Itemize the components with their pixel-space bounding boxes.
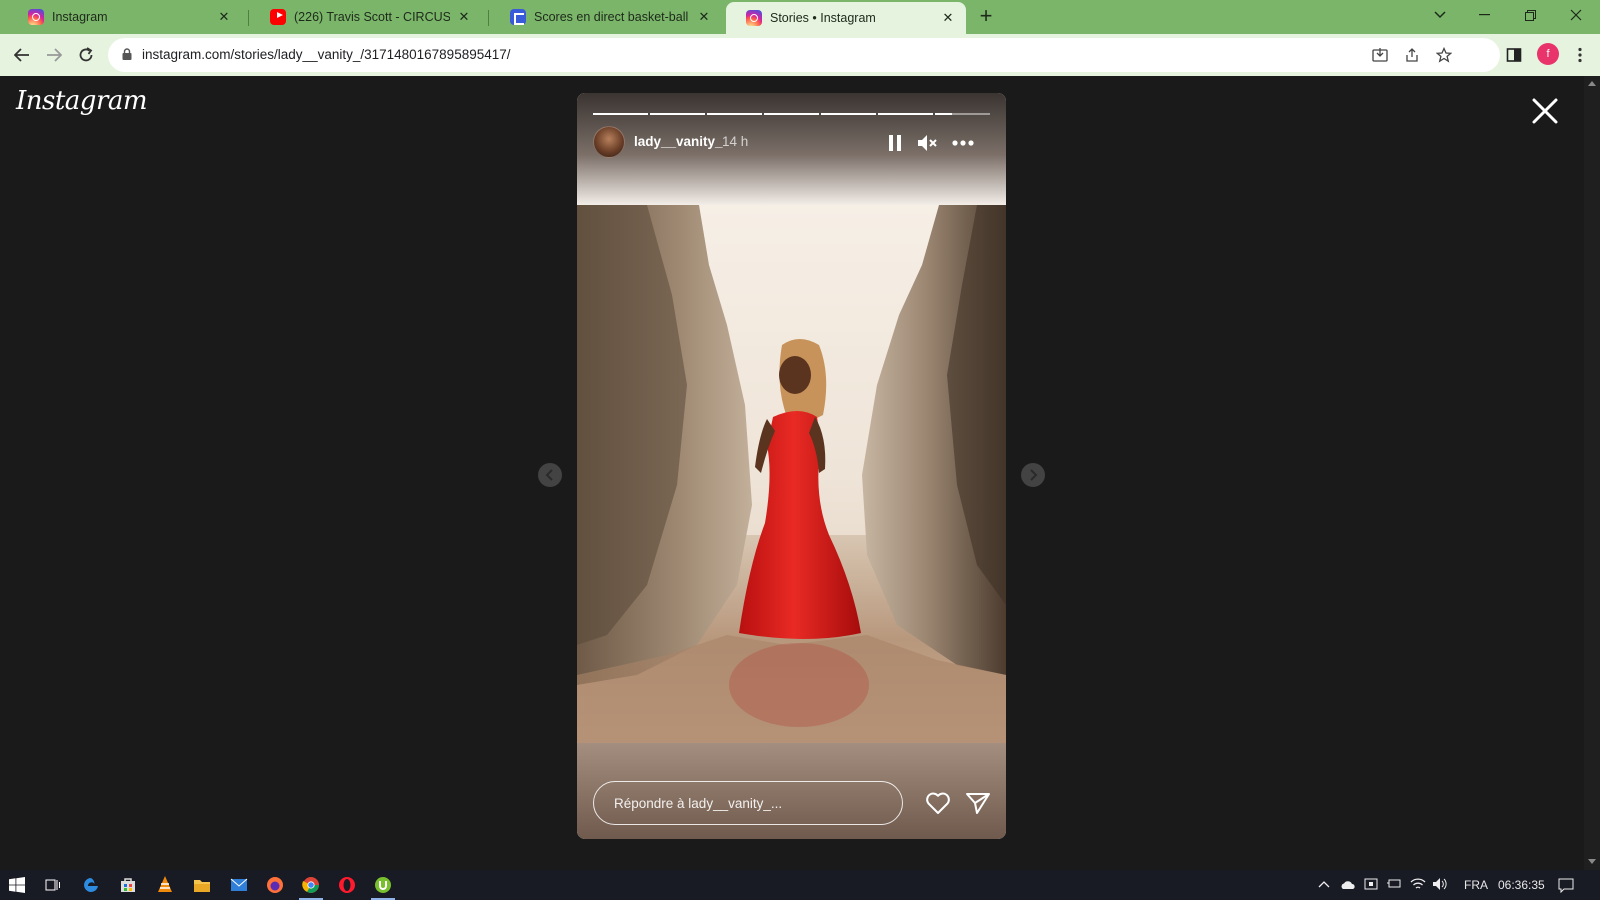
mail-icon[interactable] xyxy=(228,875,250,895)
story-viewer[interactable]: lady__vanity_ 14 h xyxy=(577,93,1006,839)
scroll-down-arrow-icon[interactable] xyxy=(1588,859,1596,864)
forward-button[interactable] xyxy=(42,43,66,67)
tab-label: Stories • Instagram xyxy=(770,11,876,25)
story-progress-segment xyxy=(764,113,819,115)
task-view-icon[interactable] xyxy=(42,875,64,895)
vlc-icon[interactable] xyxy=(154,875,176,895)
file-explorer-icon[interactable] xyxy=(191,875,213,895)
story-photo xyxy=(577,205,1006,743)
heart-icon[interactable] xyxy=(925,791,951,815)
notifications-icon[interactable] xyxy=(1558,877,1574,896)
youtube-icon xyxy=(270,9,286,25)
reply-input[interactable] xyxy=(593,781,903,825)
avatar[interactable] xyxy=(593,126,625,158)
story-progress-fill xyxy=(707,113,762,115)
reload-button[interactable] xyxy=(74,43,98,67)
back-button[interactable] xyxy=(10,43,34,67)
scroll-up-arrow-icon[interactable] xyxy=(1588,81,1596,86)
tab-label: (226) Travis Scott - CIRCUS MAXIMUS xyxy=(294,10,450,24)
new-tab-button[interactable]: + xyxy=(975,5,997,28)
tab-stories-instagram[interactable]: Stories • Instagram ✕ xyxy=(726,2,966,34)
minimize-button[interactable] xyxy=(1462,0,1506,30)
edge-icon[interactable] xyxy=(80,875,102,895)
scores-site-icon xyxy=(510,9,526,25)
system-clock[interactable]: 06:36:35 xyxy=(1498,878,1545,892)
story-progress-segment xyxy=(707,113,762,115)
lock-icon[interactable] xyxy=(122,48,132,60)
story-username[interactable]: lady__vanity_ xyxy=(634,134,723,149)
story-progress-segment xyxy=(935,113,990,115)
story-timestamp: 14 h xyxy=(722,134,749,149)
bookmark-star-icon[interactable] xyxy=(1434,45,1454,65)
firefox-icon[interactable] xyxy=(264,875,286,895)
windows-taskbar: FRA 06:36:35 xyxy=(0,870,1600,900)
close-icon[interactable]: ✕ xyxy=(696,9,712,25)
kebab-menu-icon[interactable] xyxy=(1568,43,1592,67)
close-stories-icon[interactable] xyxy=(1530,96,1560,126)
install-app-icon[interactable] xyxy=(1370,45,1390,65)
story-progress-segment xyxy=(878,113,933,115)
windows-start-icon[interactable] xyxy=(6,875,28,895)
restore-button[interactable] xyxy=(1508,0,1552,30)
page-scrollbar[interactable] xyxy=(1584,76,1600,870)
story-progress-fill xyxy=(650,113,705,115)
next-story-button[interactable] xyxy=(1021,463,1045,487)
utorrent-icon[interactable] xyxy=(372,875,394,895)
browser-toolbar: instagram.com/stories/lady__vanity_/3171… xyxy=(0,34,1600,76)
story-progress-fill xyxy=(821,113,876,115)
wifi-icon[interactable] xyxy=(1410,877,1426,894)
send-icon[interactable] xyxy=(965,791,991,815)
meet-now-icon[interactable] xyxy=(1364,877,1380,894)
story-progress-fill xyxy=(878,113,933,115)
story-progress-segment xyxy=(593,113,648,115)
story-progress-fill xyxy=(593,113,648,115)
address-bar[interactable]: instagram.com/stories/lady__vanity_/3171… xyxy=(108,38,1500,72)
tab-scores[interactable]: Scores en direct basket-ball & ca ✕ xyxy=(490,0,722,34)
more-options-icon[interactable] xyxy=(951,131,975,155)
story-progress-segment xyxy=(650,113,705,115)
pause-icon[interactable] xyxy=(883,131,907,155)
input-language[interactable]: FRA xyxy=(1464,878,1488,892)
tab-separator xyxy=(488,10,489,26)
close-icon[interactable]: ✕ xyxy=(940,10,956,26)
browser-tabstrip: Instagram ✕ (226) Travis Scott - CIRCUS … xyxy=(0,0,1600,34)
story-progress-segment xyxy=(821,113,876,115)
show-hidden-icons-icon[interactable] xyxy=(1318,877,1330,891)
instagram-logo[interactable]: Instagram xyxy=(16,86,148,116)
instagram-stories-page: Instagram lady__vanity_ 14 h xyxy=(0,76,1600,870)
instagram-icon xyxy=(28,9,44,25)
close-icon[interactable]: ✕ xyxy=(216,9,232,25)
tab-youtube[interactable]: (226) Travis Scott - CIRCUS MAXIMUS ✕ xyxy=(250,0,482,34)
profile-avatar[interactable]: f xyxy=(1537,43,1559,65)
mute-icon[interactable] xyxy=(915,131,939,155)
share-icon[interactable] xyxy=(1402,45,1422,65)
tab-search-icon[interactable] xyxy=(1418,0,1462,30)
tab-label: Scores en direct basket-ball & ca xyxy=(534,10,690,24)
tab-label: Instagram xyxy=(52,10,108,24)
window-close-button[interactable] xyxy=(1554,0,1598,30)
side-panel-icon[interactable] xyxy=(1502,43,1526,67)
onedrive-icon[interactable] xyxy=(1340,879,1356,893)
volume-icon[interactable] xyxy=(1432,877,1448,894)
opera-icon[interactable] xyxy=(336,875,358,895)
chrome-icon[interactable] xyxy=(300,875,322,895)
store-icon[interactable] xyxy=(117,875,139,895)
close-icon[interactable]: ✕ xyxy=(456,9,472,25)
url-text[interactable]: instagram.com/stories/lady__vanity_/3171… xyxy=(142,47,511,62)
story-progress-fill xyxy=(935,113,952,115)
battery-icon[interactable] xyxy=(1386,877,1402,892)
tab-instagram[interactable]: Instagram ✕ xyxy=(8,0,242,34)
story-progress-fill xyxy=(764,113,819,115)
story-header-gradient xyxy=(577,93,1006,205)
instagram-icon xyxy=(746,10,762,26)
previous-story-button[interactable] xyxy=(538,463,562,487)
tab-separator xyxy=(248,10,249,26)
